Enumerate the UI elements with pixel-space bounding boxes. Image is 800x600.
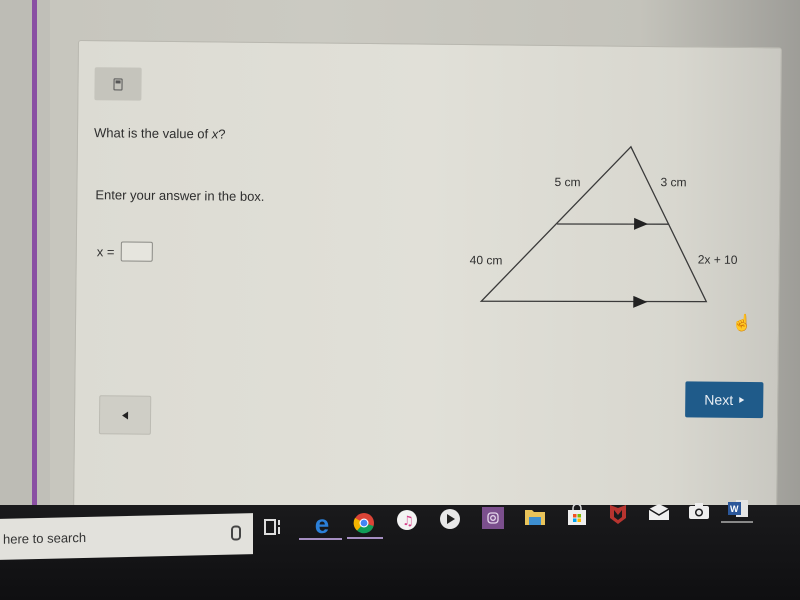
edge-icon[interactable]: e bbox=[308, 509, 336, 539]
itunes-icon[interactable]: ♫ bbox=[393, 506, 421, 534]
accent-bar bbox=[32, 0, 50, 505]
file-explorer-icon[interactable] bbox=[521, 503, 549, 531]
left-margin bbox=[0, 0, 32, 510]
edge-active-indicator bbox=[299, 538, 342, 540]
word-active-indicator bbox=[721, 521, 753, 523]
chrome-active-indicator bbox=[347, 537, 383, 539]
task-view-icon[interactable] bbox=[260, 513, 288, 541]
calculator-button[interactable] bbox=[94, 67, 142, 101]
media-player-icon[interactable] bbox=[436, 505, 464, 533]
chrome-icon[interactable] bbox=[350, 509, 378, 537]
taskbar-search[interactable]: here to search bbox=[0, 513, 253, 560]
label-2x-plus-10: 2x + 10 bbox=[698, 253, 738, 267]
arrow-mid bbox=[634, 217, 649, 230]
triangle-figure: 5 cm 3 cm 40 cm 2x + 10 bbox=[470, 145, 738, 308]
parallel-segment bbox=[557, 223, 670, 225]
search-placeholder: here to search bbox=[3, 529, 87, 547]
instruction-text: Enter your answer in the box. bbox=[95, 187, 265, 204]
hand-cursor-icon: ☝ bbox=[732, 315, 752, 332]
question-prompt: What is the value of x? bbox=[94, 125, 226, 141]
svg-text:♫: ♫ bbox=[402, 514, 414, 529]
back-button[interactable] bbox=[98, 395, 152, 435]
answer-label: x = bbox=[96, 243, 115, 259]
next-button[interactable]: Next bbox=[685, 381, 764, 419]
answer-row: x = bbox=[97, 241, 153, 262]
camera-icon[interactable] bbox=[685, 497, 713, 525]
calculator-icon bbox=[113, 77, 123, 90]
prompt-text: What is the value of bbox=[93, 125, 212, 142]
mcafee-icon[interactable] bbox=[604, 500, 632, 528]
back-arrow-icon bbox=[122, 410, 129, 420]
label-40cm: 40 cm bbox=[470, 253, 503, 267]
play-arrow-icon bbox=[739, 396, 745, 403]
prompt-suffix: ? bbox=[218, 126, 226, 142]
answer-input[interactable] bbox=[120, 241, 153, 262]
question-card: What is the value of x? Enter your answe… bbox=[73, 40, 782, 515]
mail-icon[interactable] bbox=[645, 498, 673, 526]
svg-text:W: W bbox=[730, 504, 739, 514]
store-icon[interactable] bbox=[563, 501, 591, 529]
label-5cm: 5 cm bbox=[554, 175, 580, 189]
browser-screen: What is the value of x? Enter your answe… bbox=[0, 0, 800, 515]
instagram-icon[interactable] bbox=[479, 504, 507, 532]
word-icon[interactable]: W bbox=[724, 495, 752, 523]
label-3cm: 3 cm bbox=[660, 175, 686, 189]
next-label: Next bbox=[704, 391, 734, 408]
arrow-base bbox=[633, 295, 648, 308]
microphone-icon[interactable] bbox=[231, 525, 241, 541]
